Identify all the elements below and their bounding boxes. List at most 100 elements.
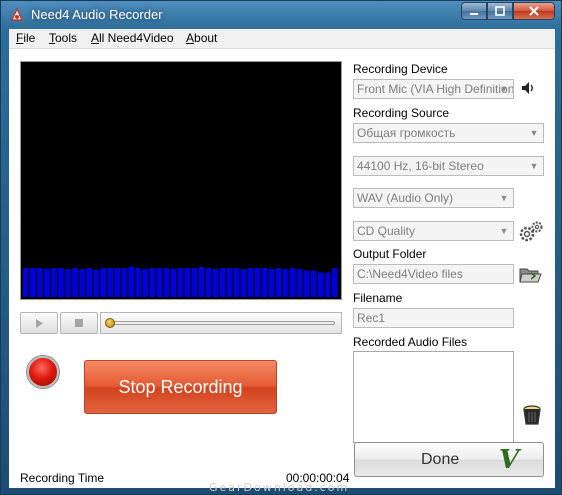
menu-about-mnemonic: A (186, 31, 195, 45)
speaker-icon[interactable] (520, 80, 536, 96)
level-bar (289, 268, 296, 297)
stop-icon (75, 319, 83, 327)
watermark-text: GearDownload.com (209, 481, 350, 494)
level-bar (51, 268, 57, 297)
maximize-icon (495, 6, 505, 16)
recording-source-select[interactable]: Общая громкость ▼ (353, 123, 544, 143)
chevron-down-icon: ▼ (499, 226, 509, 236)
done-button[interactable]: Done V (354, 442, 544, 477)
window-title: Need4 Audio Recorder (31, 7, 163, 22)
recording-device-value: Front Mic (VIA High Definition (357, 82, 514, 96)
level-bar (72, 268, 78, 297)
menu-all-need4video-mnemonic: A (91, 31, 100, 45)
minimize-button[interactable] (461, 2, 487, 20)
menu-tools[interactable]: Tools (49, 31, 77, 45)
level-bar (247, 268, 254, 297)
record-indicator[interactable] (27, 356, 59, 388)
quality-select[interactable]: CD Quality ▼ (353, 221, 514, 241)
level-bar (254, 268, 261, 297)
sample-rate-select[interactable]: 44100 Hz, 16-bit Stereo ▼ (353, 156, 544, 176)
sample-rate-value: 44100 Hz, 16-bit Stereo (357, 159, 484, 173)
stop-button[interactable] (60, 312, 98, 334)
level-bar (219, 268, 226, 297)
output-folder-field[interactable]: C:\Need4Video files (353, 264, 514, 284)
level-bar (79, 269, 85, 297)
level-bar (282, 269, 289, 297)
delete-bin-icon[interactable] (520, 403, 544, 427)
output-format-value: WAV (Audio Only) (357, 191, 454, 205)
level-bar (86, 268, 93, 297)
level-bar (65, 269, 71, 297)
level-bars (23, 266, 338, 297)
chevron-down-icon: ▼ (499, 193, 509, 203)
level-bar (233, 268, 240, 297)
level-bar (184, 268, 191, 297)
audio-visualizer (20, 61, 342, 300)
menu-all-need4video-label: ll Need4Video (99, 31, 174, 45)
recording-source-value: Общая громкость (357, 126, 456, 140)
level-bar (317, 272, 324, 297)
level-bar (212, 269, 219, 297)
menu-file[interactable]: File (16, 31, 35, 45)
level-bar (100, 268, 107, 297)
output-format-select[interactable]: WAV (Audio Only) ▼ (353, 188, 514, 208)
seek-slider-handle[interactable] (105, 318, 115, 328)
checkmark-icon: V (499, 445, 520, 475)
level-bar (142, 269, 149, 297)
client-area: File Tools All Need4Video About Stop Rec… (9, 29, 555, 494)
level-bar (121, 268, 128, 297)
level-bar (303, 270, 310, 297)
level-bar (240, 269, 247, 297)
play-icon (36, 318, 43, 328)
level-bar (44, 269, 50, 297)
close-button[interactable] (513, 2, 555, 20)
level-bar (331, 268, 338, 297)
level-bar (198, 267, 205, 297)
level-bar (177, 268, 184, 297)
recording-device-select[interactable]: Front Mic (VIA High Definition ▼ (353, 79, 514, 99)
level-bar (261, 268, 268, 297)
level-bar (324, 272, 331, 297)
level-bar (149, 268, 156, 297)
level-bar (205, 268, 212, 297)
level-bar (114, 268, 121, 297)
recorded-files-list[interactable] (353, 351, 514, 443)
seek-track (107, 321, 335, 325)
level-bar (93, 269, 100, 297)
recorded-files-label: Recorded Audio Files (353, 335, 468, 349)
level-bar (156, 268, 163, 297)
seek-bar[interactable] (100, 312, 342, 334)
recording-device-label: Recording Device (353, 62, 448, 76)
maximize-button[interactable] (487, 2, 513, 20)
level-bar (226, 268, 233, 297)
level-bar (268, 269, 275, 297)
app-window: Need4 Audio Recorder File Tools All Need… (0, 0, 562, 495)
menu-bar: File Tools All Need4Video About (9, 29, 555, 49)
filename-field[interactable]: Rec1 (353, 308, 514, 328)
chevron-down-icon: ▼ (529, 161, 539, 171)
play-button[interactable] (20, 312, 58, 334)
output-folder-label: Output Folder (353, 247, 427, 261)
recording-time-label: Recording Time (20, 471, 105, 485)
folder-open-icon[interactable] (518, 265, 542, 285)
menu-file-label: ile (23, 31, 36, 45)
level-bar (58, 268, 64, 297)
level-bar (191, 268, 198, 297)
gear-icon[interactable] (518, 220, 544, 244)
recording-source-label: Recording Source (353, 106, 450, 120)
level-bar (310, 270, 317, 297)
done-label: Done (421, 451, 460, 468)
close-icon (529, 6, 539, 16)
minimize-icon (470, 13, 478, 15)
level-bar (37, 268, 43, 297)
chevron-down-icon: ▼ (499, 84, 509, 94)
level-bar (163, 268, 170, 297)
level-bar (296, 269, 303, 297)
stop-recording-label: Stop Recording (118, 376, 243, 397)
level-bar (23, 268, 29, 297)
title-bar[interactable]: Need4 Audio Recorder (1, 1, 562, 29)
stop-recording-button[interactable]: Stop Recording (84, 360, 277, 414)
quality-value: CD Quality (357, 224, 416, 238)
menu-all-need4video[interactable]: All Need4Video (91, 31, 174, 45)
menu-about[interactable]: About (186, 31, 217, 45)
